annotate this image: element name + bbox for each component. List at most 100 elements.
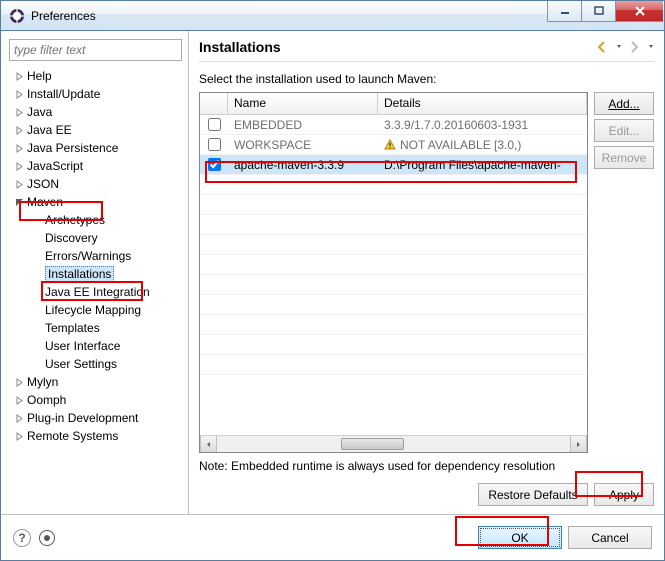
tree-item-label: User Settings — [45, 357, 117, 371]
ok-button[interactable]: OK — [478, 526, 562, 549]
row-details: NOT AVAILABLE [3.0,) — [378, 138, 587, 152]
table-row-empty — [200, 235, 587, 255]
back-icon[interactable] — [596, 41, 610, 53]
row-name: apache-maven-3.3.9 — [228, 158, 378, 172]
expand-icon[interactable] — [13, 142, 25, 154]
forward-icon[interactable] — [628, 41, 642, 53]
tree-item-label: Plug-in Development — [27, 411, 138, 425]
expand-icon[interactable] — [13, 70, 25, 82]
remove-button[interactable]: Remove — [594, 146, 654, 169]
table-row[interactable]: EMBEDDED3.3.9/1.7.0.20160603-1931 — [200, 115, 587, 135]
expand-icon[interactable] — [13, 160, 25, 172]
tree-item-javascript[interactable]: JavaScript — [7, 157, 188, 175]
row-name: WORKSPACE — [228, 138, 378, 152]
row-details: D:\Program Files\apache-maven- — [378, 158, 587, 172]
close-button[interactable] — [615, 1, 663, 22]
column-check[interactable] — [200, 93, 228, 114]
tree-item-label: JSON — [27, 177, 59, 191]
column-details[interactable]: Details — [378, 93, 587, 114]
tree-item-java-ee[interactable]: Java EE — [7, 121, 188, 139]
right-pane: Installations Select the installation us… — [189, 31, 664, 514]
expand-icon[interactable] — [13, 412, 25, 424]
app-icon — [9, 8, 25, 24]
expand-icon[interactable] — [13, 88, 25, 100]
tree-item-errors-warnings[interactable]: Errors/Warnings — [7, 247, 188, 265]
tree-item-user-settings[interactable]: User Settings — [7, 355, 188, 373]
expand-icon[interactable] — [13, 124, 25, 136]
tree-item-plug-in-development[interactable]: Plug-in Development — [7, 409, 188, 427]
row-details: 3.3.9/1.7.0.20160603-1931 — [378, 118, 587, 132]
tree-item-label: Maven — [27, 195, 63, 209]
minimize-button[interactable] — [547, 1, 581, 22]
tree-item-label: Lifecycle Mapping — [45, 303, 141, 317]
tree-item-install-update[interactable]: Install/Update — [7, 85, 188, 103]
note-text: Note: Embedded runtime is always used fo… — [199, 459, 654, 473]
expand-icon[interactable] — [13, 178, 25, 190]
tree-item-maven[interactable]: Maven — [7, 193, 188, 211]
table-row-empty — [200, 255, 587, 275]
tree-item-java-persistence[interactable]: Java Persistence — [7, 139, 188, 157]
installations-table: Name Details EMBEDDED3.3.9/1.7.0.2016060… — [199, 92, 588, 453]
tree-item-label: Errors/Warnings — [45, 249, 131, 263]
cancel-button[interactable]: Cancel — [568, 526, 652, 549]
filter-input[interactable] — [9, 39, 182, 61]
expand-icon[interactable] — [13, 430, 25, 442]
titlebar: Preferences — [1, 1, 664, 31]
tree-item-label: Remote Systems — [27, 429, 118, 443]
tree-item-label: Install/Update — [27, 87, 100, 101]
restore-defaults-button[interactable]: Restore Defaults — [478, 483, 588, 506]
tree-item-label: User Interface — [45, 339, 120, 353]
edit-button[interactable]: Edit... — [594, 119, 654, 142]
row-name: EMBEDDED — [228, 118, 378, 132]
expand-icon[interactable] — [13, 376, 25, 388]
horizontal-scrollbar[interactable] — [200, 435, 587, 452]
tree-item-user-interface[interactable]: User Interface — [7, 337, 188, 355]
table-row-empty — [200, 195, 587, 215]
table-row-empty — [200, 355, 587, 375]
table-row[interactable]: WORKSPACENOT AVAILABLE [3.0,) — [200, 135, 587, 155]
tree-item-json[interactable]: JSON — [7, 175, 188, 193]
expand-icon[interactable] — [13, 394, 25, 406]
tree-item-label: Mylyn — [27, 375, 58, 389]
tree-item-label: Help — [27, 69, 52, 83]
tree-item-discovery[interactable]: Discovery — [7, 229, 188, 247]
tree-item-label: Java — [27, 105, 52, 119]
left-pane: Help Install/Update Java Java EE Java Persis… — [1, 31, 189, 514]
collapse-icon[interactable] — [13, 196, 25, 208]
back-menu-icon[interactable] — [616, 41, 622, 53]
table-row-empty — [200, 215, 587, 235]
tree-item-help[interactable]: Help — [7, 67, 188, 85]
page-title: Installations — [199, 39, 596, 55]
add-button[interactable]: Add... — [594, 92, 654, 115]
tree-item-java[interactable]: Java — [7, 103, 188, 121]
expand-icon[interactable] — [13, 106, 25, 118]
preferences-tree[interactable]: Help Install/Update Java Java EE Java Persis… — [7, 65, 188, 514]
tree-item-oomph[interactable]: Oomph — [7, 391, 188, 409]
tree-item-java-ee-integration[interactable]: Java EE Integration — [7, 283, 188, 301]
tree-item-installations[interactable]: Installations — [7, 265, 188, 283]
column-name[interactable]: Name — [228, 93, 378, 114]
tree-item-label: Oomph — [27, 393, 66, 407]
warning-icon — [384, 139, 396, 151]
tree-item-lifecycle-mapping[interactable]: Lifecycle Mapping — [7, 301, 188, 319]
table-row-empty — [200, 275, 587, 295]
maximize-button[interactable] — [581, 1, 615, 22]
tree-item-label: Discovery — [45, 231, 98, 245]
tree-item-archetypes[interactable]: Archetypes — [7, 211, 188, 229]
tree-item-templates[interactable]: Templates — [7, 319, 188, 337]
help-icon[interactable]: ? — [13, 529, 31, 547]
tree-item-remote-systems[interactable]: Remote Systems — [7, 427, 188, 445]
row-checkbox[interactable] — [208, 118, 221, 131]
forward-menu-icon[interactable] — [648, 41, 654, 53]
row-checkbox[interactable] — [208, 158, 221, 171]
table-row[interactable]: apache-maven-3.3.9D:\Program Files\apach… — [200, 155, 587, 175]
tree-item-label: Java EE Integration — [45, 285, 150, 299]
tree-item-mylyn[interactable]: Mylyn — [7, 373, 188, 391]
oomph-icon[interactable] — [39, 530, 55, 546]
tree-item-label: Java EE — [27, 123, 72, 137]
table-row-empty — [200, 295, 587, 315]
row-checkbox[interactable] — [208, 138, 221, 151]
tree-item-label: Installations — [45, 266, 114, 282]
apply-button[interactable]: Apply — [594, 483, 654, 506]
tree-item-label: Archetypes — [45, 213, 105, 227]
